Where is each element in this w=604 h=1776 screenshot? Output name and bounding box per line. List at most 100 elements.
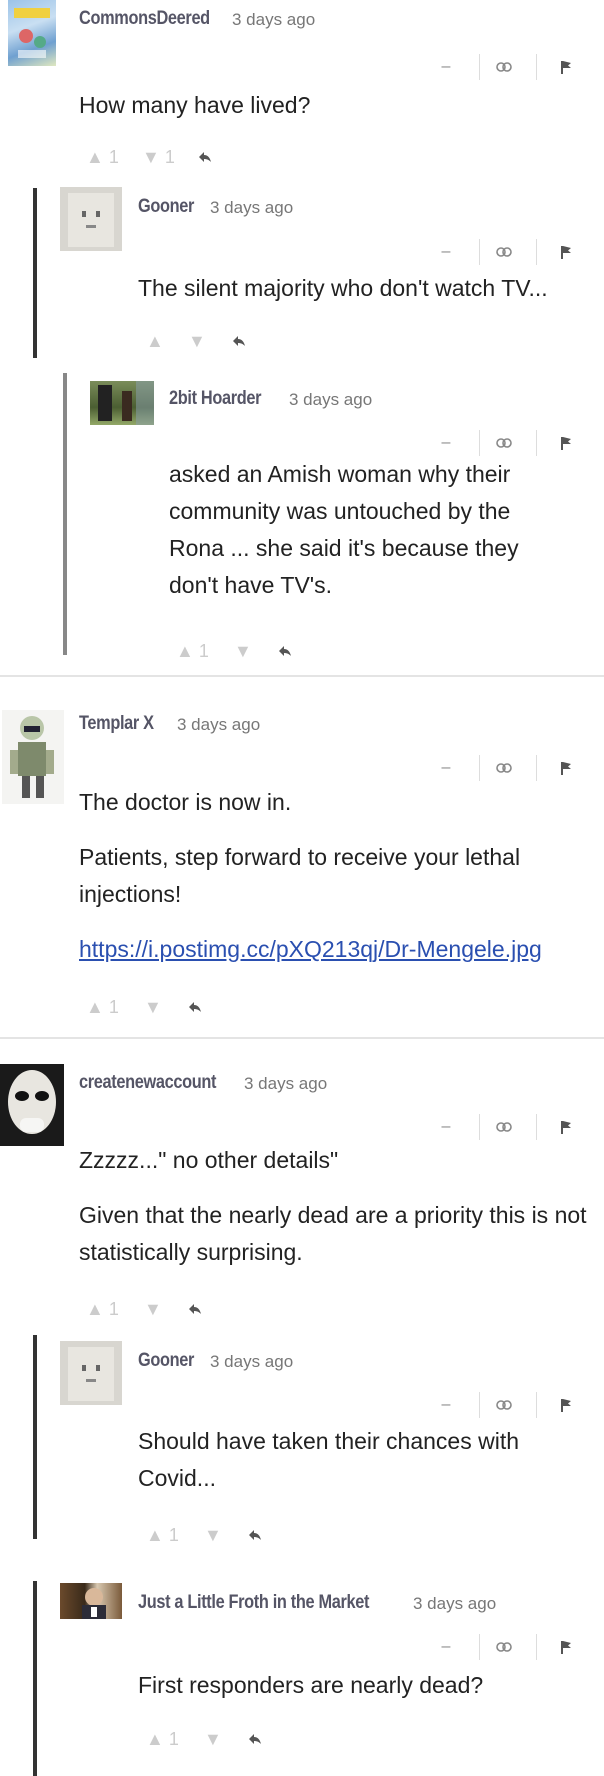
downvote-button[interactable]: ▼ 1 — [142, 146, 175, 168]
username[interactable]: Just a Little Froth in the Market — [138, 1592, 369, 1614]
avatar[interactable] — [2, 710, 64, 804]
link-icon[interactable] — [493, 430, 515, 456]
comment: CommonsDeered 3 days ago – How many have… — [0, 0, 604, 180]
avatar-image — [98, 381, 154, 425]
collapse-button[interactable]: – — [435, 1634, 457, 1660]
comment-controls: – — [435, 1634, 585, 1660]
avatar[interactable] — [60, 1341, 122, 1405]
avatar-image — [8, 1070, 56, 1134]
vote-row: ▲ 1 ▼ — [146, 1728, 346, 1750]
link-icon[interactable] — [493, 54, 515, 80]
collapse-button[interactable]: – — [435, 1392, 457, 1418]
username[interactable]: Gooner — [138, 196, 194, 218]
username[interactable]: Gooner — [138, 1350, 194, 1372]
comment-text: Given that the nearly dead are a priorit… — [79, 1202, 587, 1265]
flag-icon[interactable] — [555, 430, 577, 456]
reply-icon[interactable] — [248, 1728, 262, 1750]
flag-icon[interactable] — [555, 1114, 577, 1140]
reply-icon[interactable] — [188, 996, 202, 1018]
upvote-button[interactable]: ▲ 1 — [86, 146, 119, 168]
upvote-button[interactable]: ▲ 1 — [146, 1524, 179, 1546]
collapse-button[interactable]: – — [435, 430, 457, 456]
comment-text: Patients, step forward to receive your l… — [79, 844, 521, 907]
username[interactable]: CommonsDeered — [79, 8, 210, 30]
timestamp[interactable]: 3 days ago — [210, 1352, 293, 1372]
comment-body: First responders are nearly dead? — [138, 1667, 598, 1722]
upvote-button[interactable]: ▲ 1 — [86, 996, 119, 1018]
timestamp[interactable]: 3 days ago — [289, 390, 372, 410]
comment-controls: – — [435, 1114, 585, 1140]
flag-icon[interactable] — [555, 54, 577, 80]
comment-text: Zzzzz..." no other details" — [79, 1147, 339, 1173]
flag-icon[interactable] — [555, 755, 577, 781]
avatar[interactable] — [60, 1583, 122, 1619]
link-icon[interactable] — [493, 1114, 515, 1140]
divider — [536, 1114, 537, 1140]
flag-icon[interactable] — [555, 239, 577, 265]
comment-text: The silent majority who don't watch TV..… — [138, 275, 548, 301]
comment: createnewaccount 3 days ago – Zzzzz..." … — [0, 1062, 604, 1322]
avatar[interactable] — [8, 0, 56, 66]
divider — [536, 1634, 537, 1660]
comment-controls: – — [435, 1392, 585, 1418]
comment: Gooner 3 days ago – The silent majority … — [0, 180, 604, 360]
flag-icon[interactable] — [555, 1392, 577, 1418]
avatar-image — [68, 1347, 114, 1401]
collapse-button[interactable]: – — [435, 1114, 457, 1140]
divider — [479, 755, 480, 781]
downvote-button[interactable]: ▼ — [204, 1524, 222, 1546]
timestamp[interactable]: 3 days ago — [210, 198, 293, 218]
collapse-button[interactable]: – — [435, 755, 457, 781]
reply-icon[interactable] — [188, 1298, 202, 1320]
reply-icon[interactable] — [248, 1524, 262, 1546]
comment-text: Should have taken their chances with Cov… — [138, 1428, 520, 1491]
reply-icon[interactable] — [198, 146, 212, 168]
upvote-button[interactable]: ▲ — [146, 330, 164, 352]
reply-icon[interactable] — [278, 640, 292, 662]
avatar[interactable] — [60, 187, 122, 251]
comment-body: The doctor is now in. Patients, step for… — [79, 784, 599, 986]
vote-row: ▲ 1 ▼ — [146, 1524, 346, 1546]
link-icon[interactable] — [493, 239, 515, 265]
comment-controls: – — [435, 755, 585, 781]
downvote-button[interactable]: ▼ — [204, 1728, 222, 1750]
divider — [479, 430, 480, 456]
timestamp[interactable]: 3 days ago — [232, 10, 315, 30]
downvote-button[interactable]: ▼ — [144, 996, 162, 1018]
collapse-button[interactable]: – — [435, 239, 457, 265]
upvote-button[interactable]: ▲ 1 — [146, 1728, 179, 1750]
comment: Templar X 3 days ago – The doctor is now… — [0, 700, 604, 1030]
flag-icon[interactable] — [555, 1634, 577, 1660]
comment-body: Should have taken their chances with Cov… — [138, 1423, 578, 1515]
downvote-button[interactable]: ▼ — [188, 330, 206, 352]
upvote-button[interactable]: ▲ 1 — [176, 640, 209, 662]
vote-row: ▲ 1 ▼ — [86, 1298, 286, 1320]
divider — [479, 54, 480, 80]
comment-divider — [0, 1037, 604, 1039]
link-icon[interactable] — [493, 1392, 515, 1418]
comment-link[interactable]: https://i.postimg.cc/pXQ213qj/Dr-Mengele… — [79, 936, 542, 962]
divider — [536, 430, 537, 456]
timestamp[interactable]: 3 days ago — [413, 1594, 496, 1614]
comment: Just a Little Froth in the Market 3 days… — [0, 1580, 604, 1776]
username[interactable]: createnewaccount — [79, 1072, 216, 1094]
username[interactable]: Templar X — [79, 713, 154, 735]
vote-row: ▲ 1 ▼ — [86, 996, 286, 1018]
timestamp[interactable]: 3 days ago — [177, 715, 260, 735]
link-icon[interactable] — [493, 755, 515, 781]
comment-text: How many have lived? — [79, 92, 311, 118]
downvote-button[interactable]: ▼ — [144, 1298, 162, 1320]
downvote-button[interactable]: ▼ — [234, 640, 252, 662]
divider — [479, 1634, 480, 1660]
avatar-image — [68, 193, 114, 247]
upvote-button[interactable]: ▲ 1 — [86, 1298, 119, 1320]
collapse-button[interactable]: – — [435, 54, 457, 80]
comment-text: The doctor is now in. — [79, 789, 292, 815]
username[interactable]: 2bit Hoarder — [169, 388, 261, 410]
avatar[interactable] — [0, 1064, 64, 1146]
timestamp[interactable]: 3 days ago — [244, 1074, 327, 1094]
link-icon[interactable] — [493, 1634, 515, 1660]
avatar-image — [14, 8, 50, 58]
reply-icon[interactable] — [232, 330, 246, 352]
avatar[interactable] — [90, 381, 154, 425]
